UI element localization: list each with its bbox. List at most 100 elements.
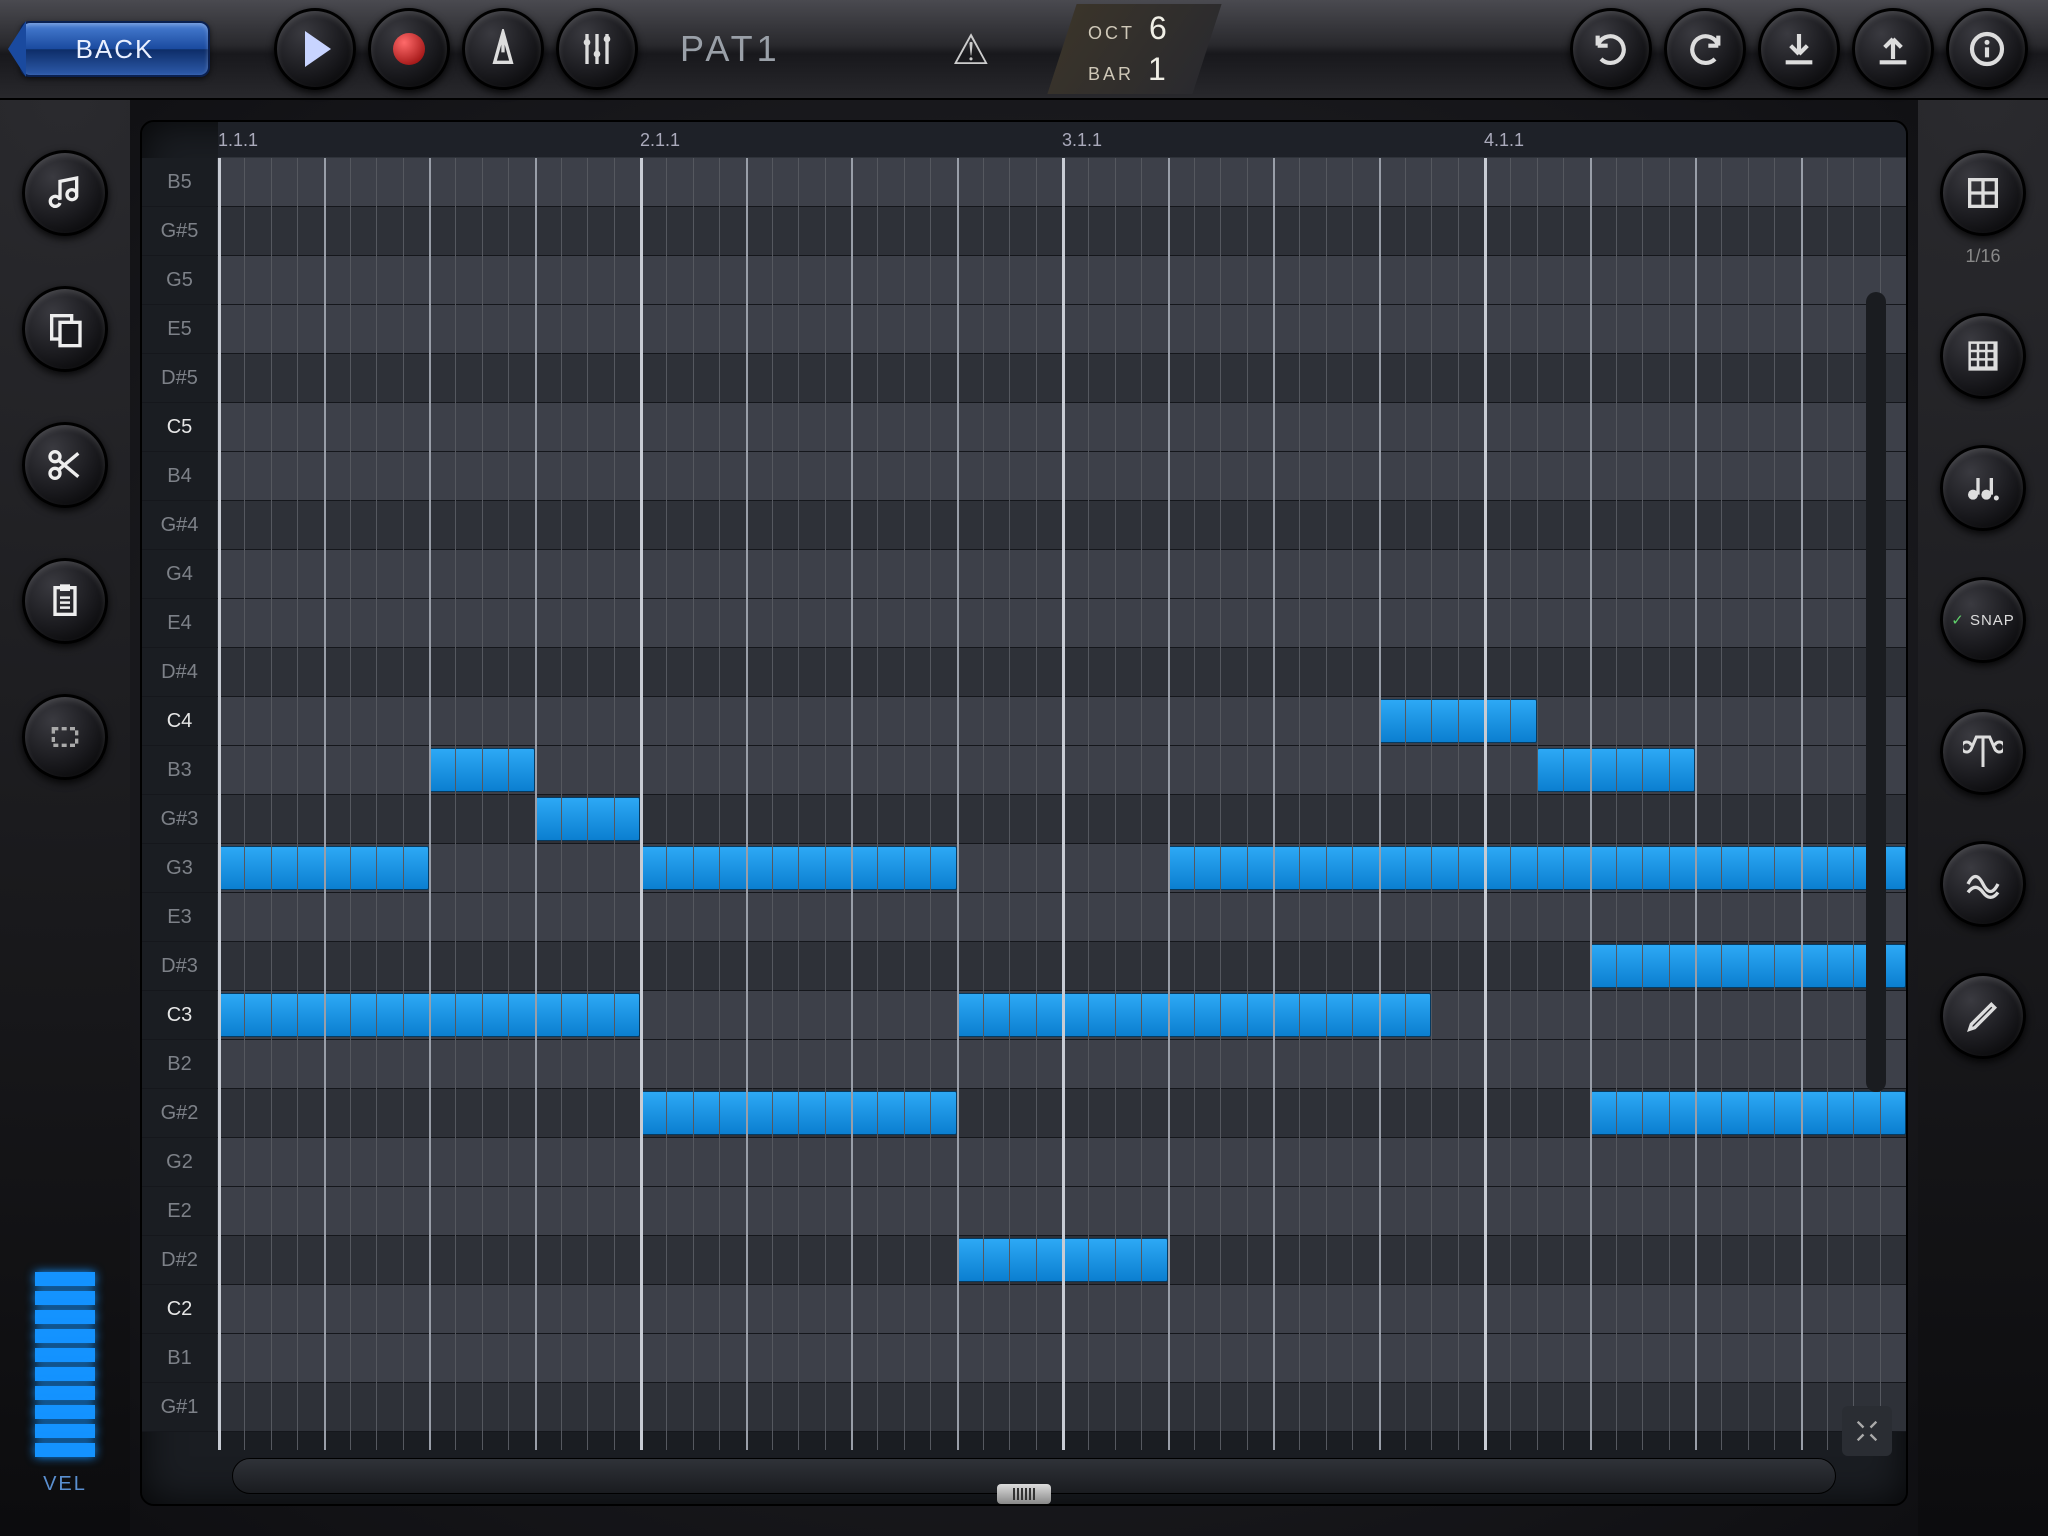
undo-button[interactable] — [1570, 8, 1652, 90]
piano-roll-grid[interactable]: B5G#5G5E5D#5C5B4G#4G4E4D#4C4B3G#3G3E3D#3… — [142, 158, 1906, 1450]
midi-note[interactable] — [218, 993, 640, 1037]
quantize-button[interactable] — [1940, 709, 2026, 795]
pitch-row[interactable]: B5 — [142, 158, 1906, 207]
metronome-button[interactable] — [462, 8, 544, 90]
upload-icon — [1873, 29, 1913, 69]
pitch-lane[interactable] — [218, 354, 1906, 402]
view-mode-button[interactable] — [1940, 150, 2026, 236]
pitch-row[interactable]: G#3 — [142, 795, 1906, 844]
pitch-lane[interactable] — [218, 1187, 1906, 1235]
pitch-lane[interactable] — [218, 844, 1906, 892]
record-button[interactable] — [368, 8, 450, 90]
warning-icon[interactable]: ⚠ — [952, 25, 990, 74]
notes-tool-button[interactable] — [22, 150, 108, 236]
expand-icon — [1853, 1417, 1881, 1445]
pitch-lane[interactable] — [218, 991, 1906, 1039]
pitch-lane[interactable] — [218, 550, 1906, 598]
pitch-row[interactable]: E5 — [142, 305, 1906, 354]
midi-note[interactable] — [535, 797, 641, 841]
midi-note[interactable] — [640, 1091, 957, 1135]
note-length-button[interactable] — [1940, 445, 2026, 531]
back-button[interactable]: BACK — [20, 21, 210, 77]
pitch-row[interactable]: C2 — [142, 1285, 1906, 1334]
time-ruler[interactable]: 1.1.12.1.13.1.14.1.1 — [218, 122, 1906, 158]
velocity-meter[interactable]: VEL — [35, 1272, 95, 1496]
octave-bar-display[interactable]: OCT 6 BAR 1 — [1047, 4, 1221, 94]
pitch-lane[interactable] — [218, 501, 1906, 549]
pitch-row[interactable]: C5 — [142, 403, 1906, 452]
pitch-row[interactable]: C3 — [142, 991, 1906, 1040]
pitch-lane[interactable] — [218, 305, 1906, 353]
pitch-lane[interactable] — [218, 648, 1906, 696]
vertical-scrollbar[interactable] — [1866, 292, 1886, 1092]
grid-density-button[interactable] — [1940, 313, 2026, 399]
midi-note[interactable] — [1379, 699, 1537, 743]
mixer-button[interactable] — [556, 8, 638, 90]
pitch-row[interactable]: D#4 — [142, 648, 1906, 697]
pitch-row[interactable]: G3 — [142, 844, 1906, 893]
pitch-lane[interactable] — [218, 1040, 1906, 1088]
pitch-lane[interactable] — [218, 158, 1906, 206]
pitch-row[interactable]: D#2 — [142, 1236, 1906, 1285]
pitch-lane[interactable] — [218, 1089, 1906, 1137]
pitch-lane[interactable] — [218, 1138, 1906, 1186]
pitch-row[interactable]: B1 — [142, 1334, 1906, 1383]
pitch-lane[interactable] — [218, 1334, 1906, 1382]
pitch-row[interactable]: E2 — [142, 1187, 1906, 1236]
keyboard-handle[interactable] — [997, 1484, 1051, 1504]
pattern-name[interactable]: PAT1 — [680, 28, 860, 70]
play-button[interactable] — [274, 8, 356, 90]
pitch-lane[interactable] — [218, 746, 1906, 794]
midi-note[interactable] — [1590, 944, 1907, 988]
pitch-row[interactable]: E3 — [142, 893, 1906, 942]
pitch-lane[interactable] — [218, 1383, 1906, 1431]
pitch-row[interactable]: D#3 — [142, 942, 1906, 991]
pitch-lane[interactable] — [218, 452, 1906, 500]
main-area: VEL 1.1.12.1.13.1.14.1.1 B5G#5G5E5D#5C5B… — [0, 100, 2048, 1536]
midi-note[interactable] — [1590, 1091, 1907, 1135]
pitch-row[interactable]: B3 — [142, 746, 1906, 795]
midi-note[interactable] — [218, 846, 429, 890]
export-button[interactable] — [1852, 8, 1934, 90]
midi-note[interactable] — [1537, 748, 1695, 792]
legato-button[interactable] — [1940, 841, 2026, 927]
pitch-row[interactable]: B2 — [142, 1040, 1906, 1089]
paste-tool-button[interactable] — [22, 558, 108, 644]
midi-note[interactable] — [1168, 846, 1907, 890]
select-tool-button[interactable] — [22, 694, 108, 780]
expand-button[interactable] — [1842, 1406, 1892, 1456]
pitch-row[interactable]: D#5 — [142, 354, 1906, 403]
pitch-row[interactable]: C4 — [142, 697, 1906, 746]
pitch-row[interactable]: G5 — [142, 256, 1906, 305]
pitch-row[interactable]: G#1 — [142, 1383, 1906, 1432]
pitch-row[interactable]: G2 — [142, 1138, 1906, 1187]
pitch-lane[interactable] — [218, 207, 1906, 255]
undo-icon — [1591, 29, 1631, 69]
cut-tool-button[interactable] — [22, 422, 108, 508]
pitch-row[interactable]: E4 — [142, 599, 1906, 648]
pitch-row[interactable]: G#2 — [142, 1089, 1906, 1138]
pitch-lane[interactable] — [218, 599, 1906, 647]
pitch-lane[interactable] — [218, 942, 1906, 990]
pitch-lane[interactable] — [218, 403, 1906, 451]
midi-note[interactable] — [640, 846, 957, 890]
pitch-lane[interactable] — [218, 795, 1906, 843]
midi-note[interactable] — [957, 993, 1432, 1037]
draw-tool-button[interactable] — [1940, 973, 2026, 1059]
pitch-row[interactable]: G#4 — [142, 501, 1906, 550]
info-button[interactable] — [1946, 8, 2028, 90]
pitch-lane[interactable] — [218, 1285, 1906, 1333]
snap-button[interactable]: ✓ SNAP — [1940, 577, 2026, 663]
pitch-row[interactable]: B4 — [142, 452, 1906, 501]
pitch-lane[interactable] — [218, 893, 1906, 941]
pitch-lane[interactable] — [218, 256, 1906, 304]
copy-tool-button[interactable] — [22, 286, 108, 372]
redo-button[interactable] — [1664, 8, 1746, 90]
pitch-row[interactable]: G4 — [142, 550, 1906, 599]
pitch-lane[interactable] — [218, 1236, 1906, 1284]
pitch-lane[interactable] — [218, 697, 1906, 745]
import-button[interactable] — [1758, 8, 1840, 90]
pitch-row[interactable]: G#5 — [142, 207, 1906, 256]
midi-note[interactable] — [957, 1238, 1168, 1282]
midi-note[interactable] — [429, 748, 535, 792]
